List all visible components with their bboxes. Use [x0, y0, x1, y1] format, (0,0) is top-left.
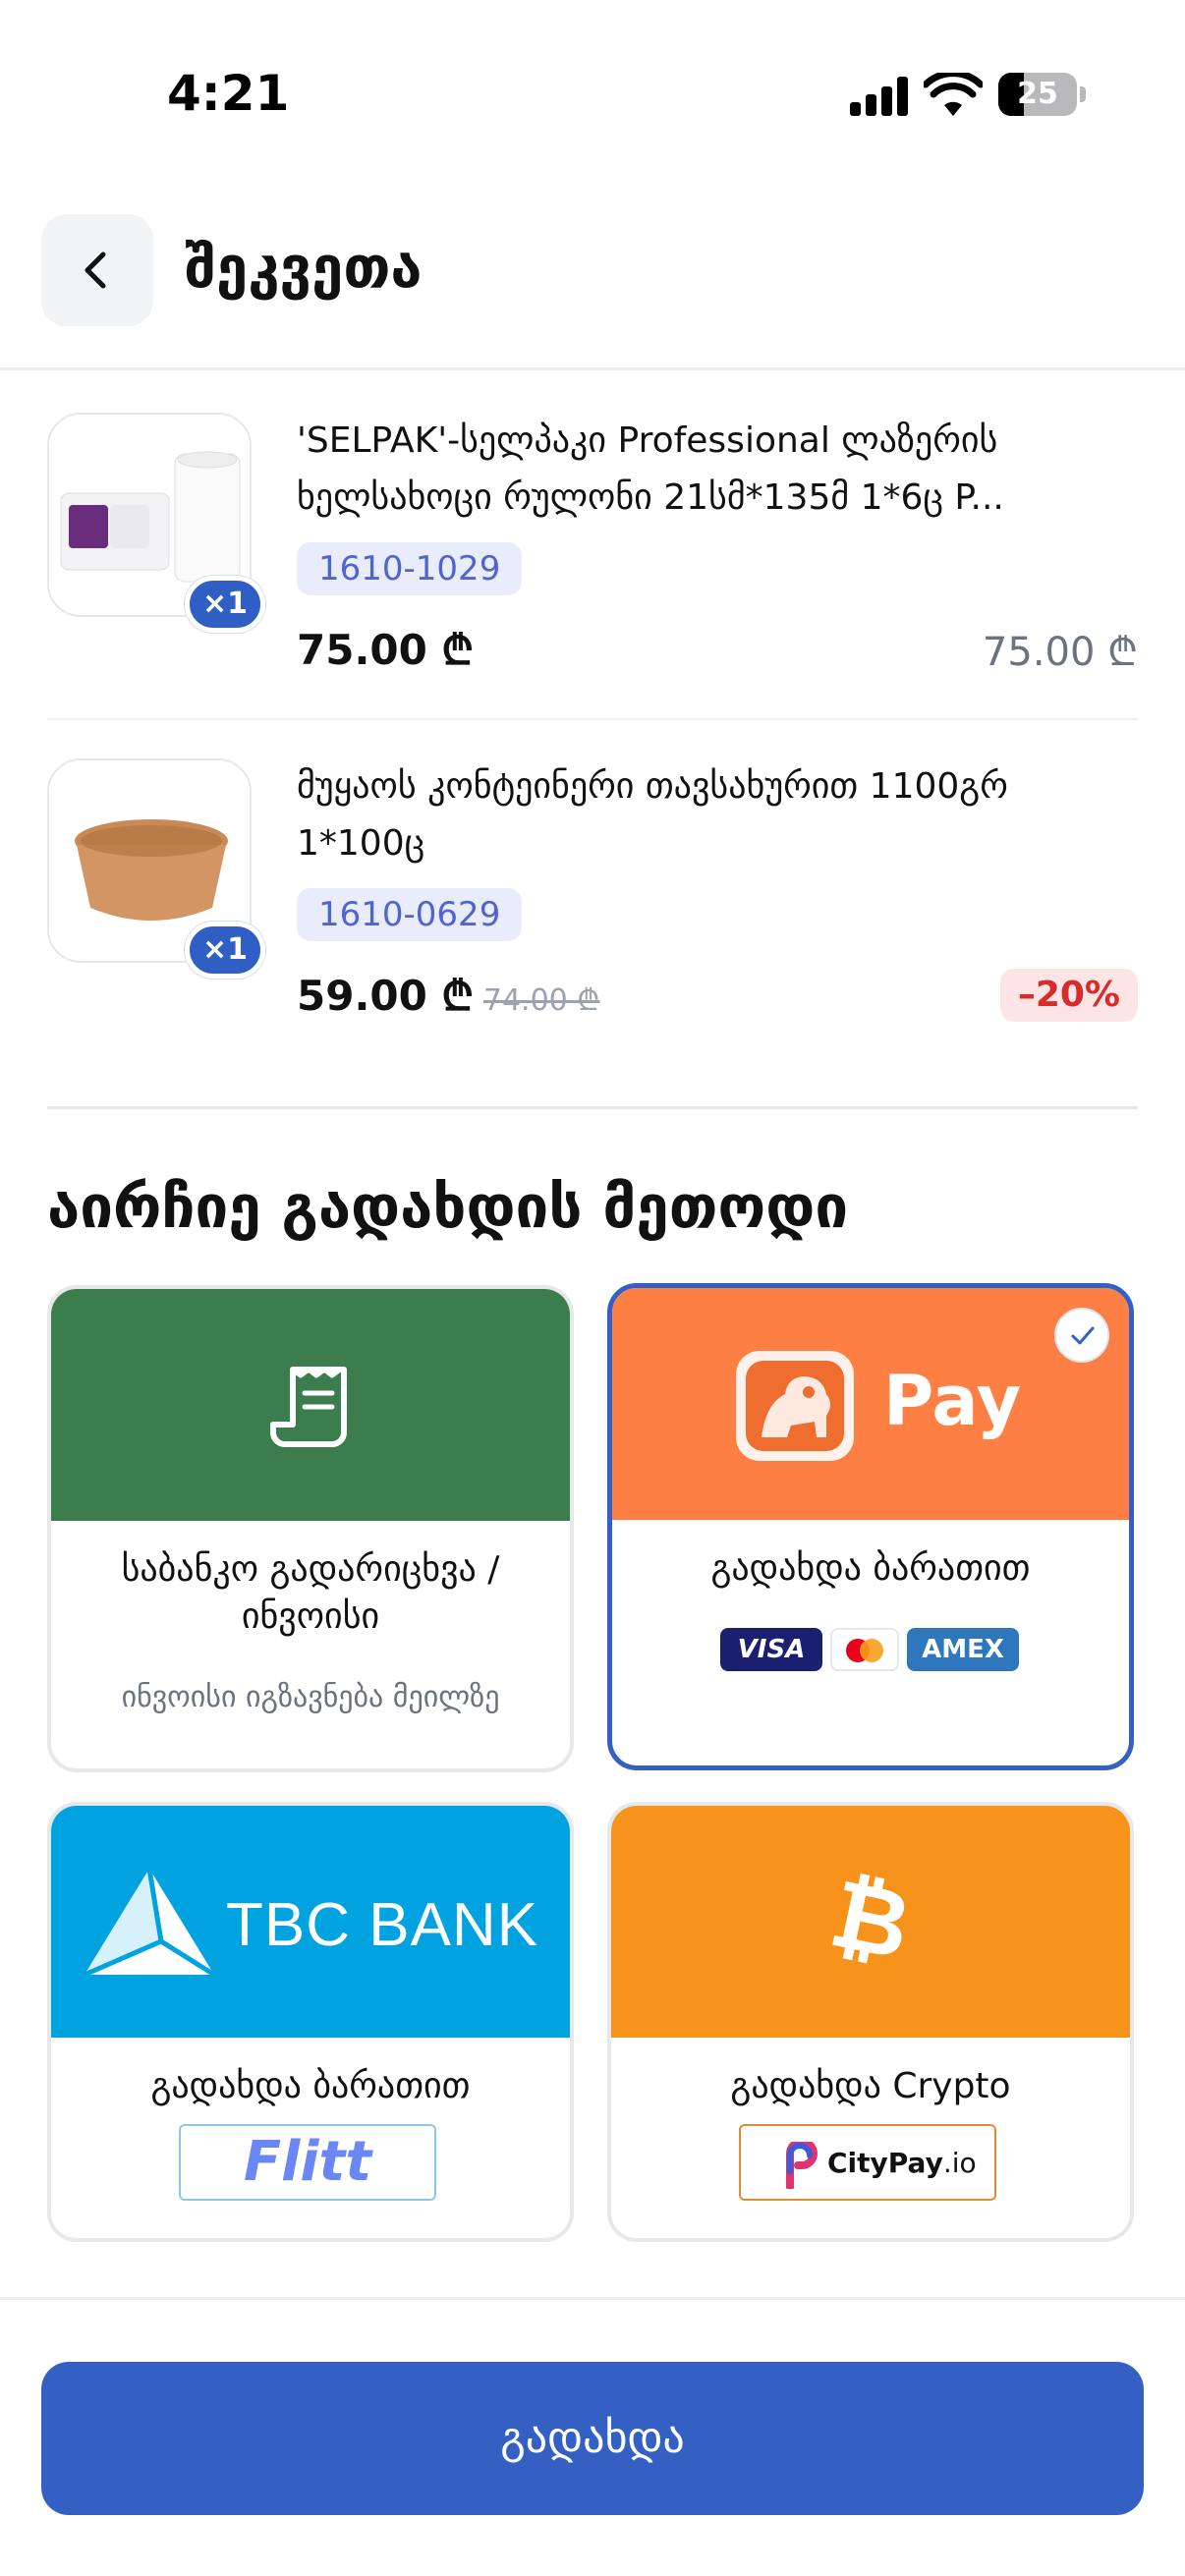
battery-tip [1080, 86, 1086, 102]
chevron-left-icon [85, 252, 106, 289]
discount-badge: –20% [999, 969, 1138, 1022]
quantity-badge: ×1 [185, 576, 265, 633]
section-divider [47, 1106, 1138, 1109]
payment-method-card-pay[interactable]: Pay გადახდა ბარათით VISA AMEX [607, 1283, 1134, 1770]
order-item[interactable]: ×1 მუყაოს კონტეინერი თავსახურით 1100გრ 1… [47, 758, 1138, 1024]
product-price: 59.00 ₾ 74.00 ₾ [297, 967, 599, 1023]
payment-method-tbc-flitt[interactable]: TBC BANK გადახდა ბარათით Flitt [47, 1802, 574, 2242]
product-price: 75.00 ₾ [297, 626, 474, 674]
signal-icon [850, 77, 909, 116]
order-item[interactable]: ×1 'SELPAK'-სელპაკი Professional ლაზერის… [47, 413, 1138, 678]
citypay-logo: CityPay.io [739, 2124, 996, 2201]
battery-icon: 25 [998, 73, 1077, 116]
payment-method-bank-transfer[interactable]: საბანკო გადარიცხვა / ინვოისი ინვოისი იგზ… [47, 1285, 574, 1772]
header-divider [0, 367, 1185, 370]
payment-label: გადახდა ბარათით [710, 1548, 1031, 1589]
crypto-banner: ₿ [611, 1806, 1130, 2038]
amex-logo: AMEX [907, 1628, 1019, 1671]
sku-badge: 1610-1029 [297, 542, 523, 595]
payment-note: ინვოისი იგზავნება მეილზე [121, 1680, 500, 1714]
citypay-suffix: .io [942, 2147, 977, 2179]
product-name: მუყაოს კონტეინერი თავსახურით 1100გრ 1*10… [297, 766, 1008, 864]
status-time: 4:21 [167, 65, 290, 122]
quantity-badge: ×1 [185, 922, 265, 979]
citypay-name: CityPay [827, 2147, 943, 2179]
lion-pay-icon [736, 1351, 854, 1461]
bottom-divider [0, 2297, 1185, 2300]
pay-banner: Pay [612, 1288, 1129, 1520]
item-divider [47, 718, 1138, 720]
product-name: 'SELPAK'-სელპაკი Professional ლაზერის ხე… [297, 420, 1004, 518]
payment-method-crypto[interactable]: ₿ გადახდა Crypto CityPay.io [607, 1802, 1134, 2242]
bitcoin-icon: ₿ [821, 1858, 920, 1982]
product-total: 75.00 ₾ [982, 630, 1138, 675]
citypay-icon [786, 2142, 818, 2189]
card-brands: VISA AMEX [720, 1628, 1035, 1671]
old-price: 74.00 ₾ [482, 983, 600, 1018]
check-icon [1071, 1326, 1095, 1345]
payment-section-title: აირჩიე გადახდის მეთოდი [47, 1173, 849, 1242]
flitt-logo: Flitt [179, 2124, 436, 2201]
tbc-banner: TBC BANK [51, 1806, 570, 2038]
bank-transfer-banner [51, 1289, 570, 1521]
selected-check [1054, 1308, 1109, 1363]
page-title: შეკვეთა [185, 234, 423, 301]
wifi-icon [924, 73, 983, 116]
visa-logo: VISA [720, 1628, 822, 1671]
tbc-logo-icon [84, 1868, 216, 1978]
back-button[interactable] [41, 214, 153, 326]
pay-button[interactable]: გადახდა [41, 2362, 1144, 2515]
status-bar: 4:21 25 [0, 0, 1185, 147]
battery-level: 25 [1017, 77, 1058, 111]
tbc-logo-text: TBC BANK [226, 1891, 539, 1959]
receipt-icon [270, 1367, 347, 1447]
pay-logo-text: Pay [883, 1361, 1022, 1441]
payment-label: საბანკო გადარიცხვა / ინვოისი [121, 1549, 500, 1637]
sku-badge: 1610-0629 [297, 888, 523, 941]
payment-label: გადახდა ბარათით [150, 2066, 471, 2106]
mastercard-logo [830, 1628, 899, 1671]
payment-label: გადახდა Crypto [730, 2066, 1011, 2106]
current-price: 59.00 ₾ [297, 972, 474, 1020]
